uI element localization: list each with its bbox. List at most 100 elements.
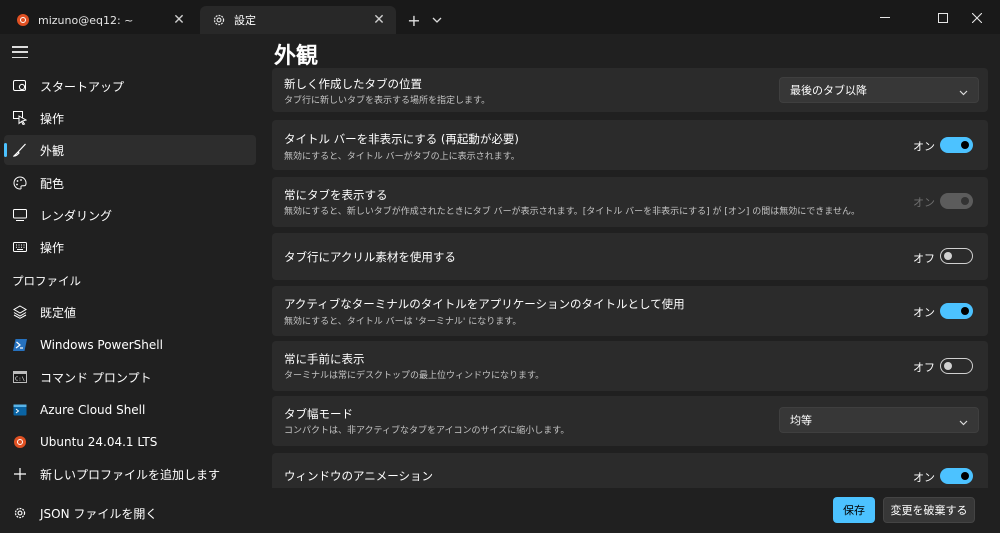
setting-description: タブ行に新しいタブを表示する場所を指定します。: [284, 96, 491, 106]
always-on-top-toggle[interactable]: [940, 358, 973, 374]
setting-description: 無効にすると、タイトル バーがタブの上に表示されます。: [284, 152, 520, 162]
sidebar-item-add-profile[interactable]: 新しいプロファイルを追加します: [4, 459, 256, 489]
setting-title: ウィンドウのアニメーション: [284, 469, 434, 483]
sidebar-item-ubuntu[interactable]: Ubuntu 24.04.1 LTS: [4, 427, 256, 457]
powershell-icon: [12, 337, 28, 353]
sidebar-item-command-prompt[interactable]: C:\ コマンド プロンプト: [4, 362, 256, 392]
sidebar-item-label: Azure Cloud Shell: [40, 403, 146, 417]
tab-ubuntu-terminal[interactable]: mizuno@eq12: ~ ✕: [4, 6, 196, 34]
keyboard-icon: [12, 239, 28, 255]
always-show-tabs-toggle: [940, 193, 973, 209]
use-terminal-title-toggle[interactable]: [940, 303, 973, 319]
setting-always-show-tabs: 常にタブを表示する 無効にすると、新しいタブが作成されたときにタブ バーが表示さ…: [272, 177, 988, 227]
tab-width-mode-dropdown[interactable]: 均等: [779, 407, 979, 433]
setting-description: 無効にすると、タイトル バーは 'ターミナル' になります。: [284, 317, 522, 327]
cmd-icon: C:\: [12, 369, 28, 385]
setting-hide-title-bar: タイトル バーを非表示にする (再起動が必要) 無効にすると、タイトル バーがタ…: [272, 120, 988, 170]
minimize-button[interactable]: [862, 4, 908, 32]
open-json-file-button[interactable]: JSON ファイルを開く: [4, 498, 256, 528]
sidebar-item-label: Windows PowerShell: [40, 338, 163, 352]
chevron-down-icon[interactable]: [428, 10, 446, 30]
hide-title-bar-toggle[interactable]: [940, 137, 973, 153]
setting-description: コンパクトは、非アクティブなタブをアイコンのサイズに縮小します。: [284, 426, 570, 436]
setting-title: アクティブなターミナルのタイトルをアプリケーションのタイトルとして使用: [284, 297, 685, 311]
save-button[interactable]: 保存: [833, 497, 875, 523]
monitor-icon: [12, 207, 28, 223]
gear-icon: [12, 505, 28, 521]
setting-title: 常に手前に表示: [284, 352, 365, 366]
sidebar-item-label: Ubuntu 24.04.1 LTS: [40, 435, 158, 449]
sidebar-item-color-schemes[interactable]: 配色: [4, 168, 256, 198]
discard-changes-button[interactable]: 変更を破棄する: [883, 497, 975, 523]
tab-title: 設定: [234, 14, 256, 27]
sidebar-item-label: 配色: [40, 176, 65, 191]
brush-icon: [12, 142, 28, 158]
title-bar: mizuno@eq12: ~ ✕ 設定 ✕ +: [0, 0, 1000, 34]
close-tab-icon[interactable]: ✕: [370, 11, 388, 29]
sidebar-item-defaults[interactable]: 既定値: [4, 297, 256, 327]
footer-bar: 保存 変更を破棄する: [264, 488, 1000, 533]
close-window-button[interactable]: [954, 4, 1000, 32]
ubuntu-icon: [16, 13, 30, 27]
tab-title: mizuno@eq12: ~: [38, 13, 134, 27]
setting-title: 常にタブを表示する: [284, 188, 388, 202]
interaction-icon: [12, 110, 28, 126]
sidebar-item-actions[interactable]: 操作: [4, 232, 256, 262]
hamburger-menu-icon[interactable]: [12, 44, 28, 60]
close-tab-icon[interactable]: ✕: [170, 11, 188, 29]
open-json-label: JSON ファイルを開く: [40, 506, 158, 521]
sidebar-item-powershell[interactable]: Windows PowerShell: [4, 330, 256, 360]
setting-use-terminal-title: アクティブなターミナルのタイトルをアプリケーションのタイトルとして使用 無効にす…: [272, 286, 988, 336]
layers-icon: [12, 304, 28, 320]
sidebar-item-label: 既定値: [40, 305, 77, 320]
acrylic-tab-row-toggle[interactable]: [940, 248, 973, 264]
setting-title: タイトル バーを非表示にする (再起動が必要): [284, 132, 519, 146]
setting-description: ターミナルは常にデスクトップの最上位ウィンドウになります。: [284, 371, 545, 381]
startup-icon: [12, 78, 28, 94]
sidebar-item-rendering[interactable]: レンダリング: [4, 200, 256, 230]
new-tab-position-dropdown[interactable]: 最後のタブ以降: [779, 77, 979, 103]
new-tab-button[interactable]: +: [404, 10, 424, 30]
toggle-state-label: オン: [913, 140, 935, 153]
setting-description: 無効にすると、新しいタブが作成されたときにタブ バーが表示されます。[タイトル …: [284, 207, 861, 217]
setting-new-tab-position: 新しく作成したタブの位置 タブ行に新しいタブを表示する場所を指定します。 最後の…: [272, 68, 988, 112]
dropdown-value: 均等: [790, 414, 812, 427]
ubuntu-icon: [12, 434, 28, 450]
sidebar-item-label: 新しいプロファイルを追加します: [40, 467, 221, 482]
palette-icon: [12, 175, 28, 191]
toggle-state-label: オン: [913, 306, 935, 319]
window-animations-toggle[interactable]: [940, 468, 973, 484]
toggle-state-label: オフ: [913, 361, 935, 374]
azure-icon: [12, 402, 28, 418]
setting-acrylic-tab-row: タブ行にアクリル素材を使用する オフ: [272, 233, 988, 280]
gear-icon: [212, 13, 226, 27]
sidebar-item-startup[interactable]: スタートアップ: [4, 71, 256, 101]
chevron-down-icon: [959, 86, 968, 99]
sidebar-item-azure-cloud-shell[interactable]: Azure Cloud Shell: [4, 395, 256, 425]
plus-icon: [12, 466, 28, 482]
selection-indicator: [4, 143, 7, 157]
sidebar-item-label: 操作: [40, 240, 65, 255]
dropdown-value: 最後のタブ以降: [790, 84, 867, 97]
svg-text:C:\: C:\: [15, 377, 25, 383]
sidebar: スタートアップ 操作 外観 配色 レンダリング 操作 プロファイル 既定値 Wi…: [0, 34, 264, 533]
toggle-state-label: オン: [913, 196, 935, 209]
sidebar-item-appearance[interactable]: 外観: [4, 135, 256, 165]
toggle-state-label: オン: [913, 471, 935, 484]
profiles-section-header: プロファイル: [12, 274, 81, 288]
sidebar-item-label: 操作: [40, 111, 65, 126]
chevron-down-icon: [959, 416, 968, 429]
toggle-state-label: オフ: [913, 252, 935, 265]
setting-title: タブ幅モード: [284, 407, 353, 421]
sidebar-item-label: 外観: [40, 143, 65, 158]
page-title: 外観: [274, 44, 319, 69]
sidebar-item-interaction[interactable]: 操作: [4, 103, 256, 133]
sidebar-item-label: コマンド プロンプト: [40, 370, 152, 385]
sidebar-item-label: スタートアップ: [40, 79, 125, 94]
setting-title: 新しく作成したタブの位置: [284, 77, 422, 91]
setting-always-on-top: 常に手前に表示 ターミナルは常にデスクトップの最上位ウィンドウになります。 オフ: [272, 341, 988, 391]
sidebar-item-label: レンダリング: [40, 208, 113, 223]
tab-settings[interactable]: 設定 ✕: [200, 6, 396, 34]
setting-tab-width-mode: タブ幅モード コンパクトは、非アクティブなタブをアイコンのサイズに縮小します。 …: [272, 396, 988, 446]
setting-title: タブ行にアクリル素材を使用する: [284, 250, 456, 264]
